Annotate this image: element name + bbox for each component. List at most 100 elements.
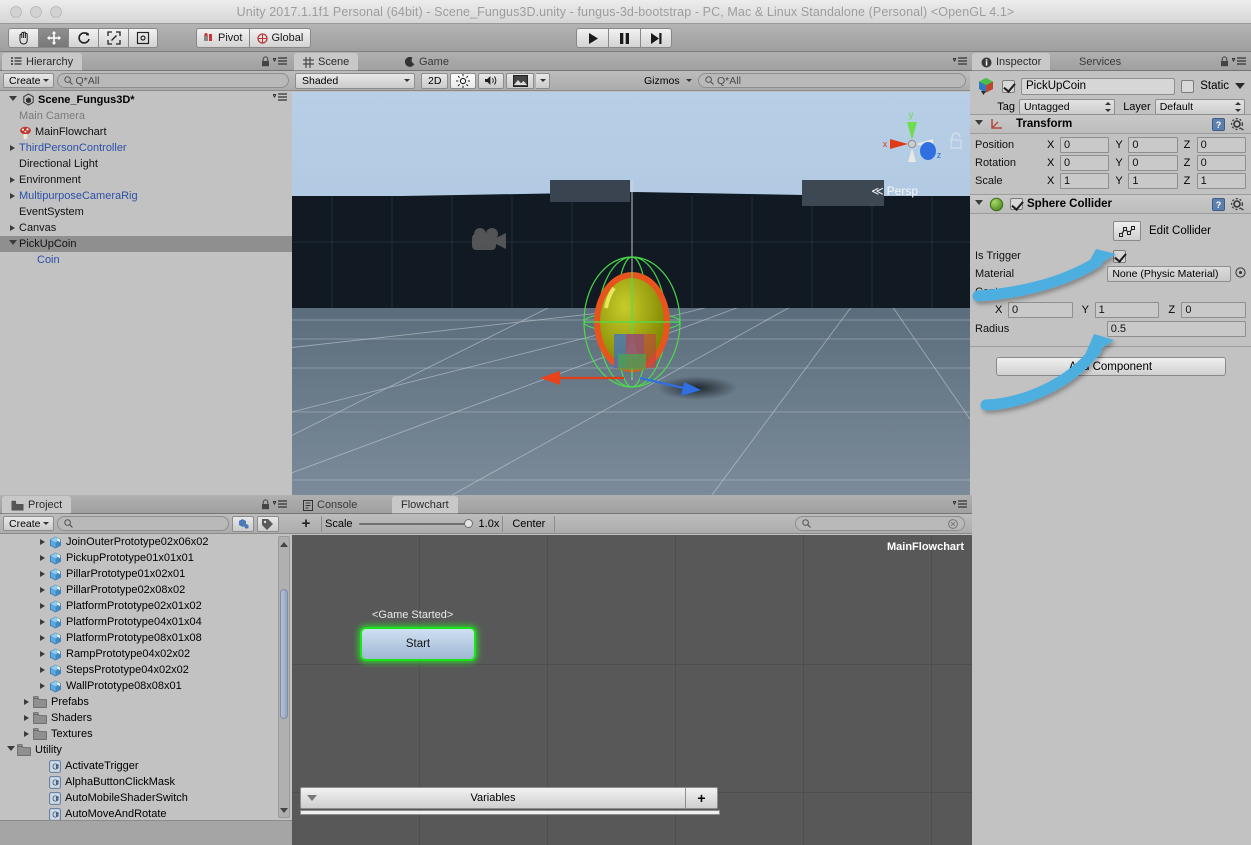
flowchart-block-start[interactable]: Start <box>360 627 476 661</box>
tab-flowchart[interactable]: Flowchart <box>392 496 458 514</box>
expand-arrow-icon[interactable] <box>20 731 33 737</box>
static-checkbox[interactable] <box>1181 79 1195 93</box>
expand-arrow-icon[interactable] <box>6 193 19 199</box>
toggle-2d-button[interactable]: 2D <box>421 72 449 89</box>
expand-arrow-icon[interactable] <box>6 225 19 231</box>
expand-arrow-icon[interactable] <box>36 635 49 641</box>
tab-inspector[interactable]: Inspector <box>972 53 1051 71</box>
hierarchy-menu-icon[interactable] <box>272 57 287 69</box>
scene-expand-toggle[interactable] <box>6 95 19 104</box>
project-filter-type-button[interactable] <box>231 515 254 532</box>
expand-arrow-icon[interactable] <box>36 683 49 689</box>
project-item-joinouterprototype02x06x02[interactable]: JoinOuterPrototype02x06x02 <box>0 534 292 550</box>
scene-viewport[interactable]: y x z ≪ Persp <box>292 92 972 495</box>
transform-component-header[interactable]: Transform ? <box>970 115 1251 134</box>
center-x-input[interactable]: 0 <box>1008 302 1073 318</box>
center-z-input[interactable]: 0 <box>1181 302 1247 318</box>
hierarchy-item-multipurposecamerarig[interactable]: MultipurposeCameraRig <box>0 188 292 204</box>
pause-button[interactable] <box>608 28 640 48</box>
scale-y-input[interactable]: 1 <box>1128 173 1178 189</box>
variables-foldout-button[interactable]: Variables <box>300 787 686 809</box>
hierarchy-search-input[interactable]: Q*All <box>56 73 289 88</box>
project-filter-label-button[interactable] <box>256 515 279 532</box>
tab-console[interactable]: Console <box>294 496 366 514</box>
hierarchy-item-pickupcoin[interactable]: PickUpCoin <box>0 236 292 252</box>
project-item-rampprototype04x02x02[interactable]: RampPrototype04x02x02 <box>0 646 292 662</box>
gameobject-enabled-checkbox[interactable] <box>1002 79 1015 93</box>
rotation-z-input[interactable]: 0 <box>1196 155 1246 171</box>
expand-arrow-icon[interactable] <box>20 699 33 705</box>
hierarchy-scene-row[interactable]: Scene_Fungus3D* <box>0 91 292 108</box>
rect-tool-button[interactable] <box>128 28 158 48</box>
rotation-x-input[interactable]: 0 <box>1060 155 1110 171</box>
project-search-input[interactable] <box>56 516 229 531</box>
project-item-shaders[interactable]: Shaders <box>0 710 292 726</box>
expand-arrow-icon[interactable] <box>36 603 49 609</box>
perspective-label-group[interactable]: ≪ Persp <box>871 184 918 198</box>
transform-settings-icon[interactable] <box>1230 117 1245 134</box>
flowchart-menu-icon[interactable] <box>952 500 967 512</box>
project-item-activatetrigger[interactable]: C ActivateTrigger <box>0 758 292 774</box>
project-item-prefabs[interactable]: Prefabs <box>0 694 292 710</box>
collider-settings-icon[interactable] <box>1230 197 1245 214</box>
scale-tool-button[interactable] <box>98 28 128 48</box>
material-object-field[interactable]: None (Physic Material) <box>1107 266 1231 282</box>
project-item-automoveandrotate[interactable]: C AutoMoveAndRotate <box>0 806 292 820</box>
project-item-stepsprototype04x02x02[interactable]: StepsPrototype04x02x02 <box>0 662 292 678</box>
center-y-input[interactable]: 1 <box>1094 302 1160 318</box>
scene-search-input[interactable]: Q*All <box>698 73 966 88</box>
position-y-input[interactable]: 0 <box>1128 137 1178 153</box>
tab-scene[interactable]: Scene <box>294 53 359 71</box>
position-z-input[interactable]: 0 <box>1196 137 1246 153</box>
hierarchy-item-thirdpersoncontroller[interactable]: ThirdPersonController <box>0 140 292 156</box>
global-toggle-button[interactable]: Global <box>249 28 312 48</box>
hierarchy-item-coin[interactable]: Coin <box>0 252 292 268</box>
gizmos-dropdown[interactable]: Gizmos <box>638 73 696 89</box>
scale-slider[interactable] <box>358 518 473 528</box>
effects-toggle-button[interactable] <box>506 72 535 89</box>
flowchart-search-input[interactable] <box>795 516 965 531</box>
hierarchy-item-mainflowchart[interactable]: MainFlowchart <box>0 124 292 140</box>
lock-icon[interactable] <box>1220 56 1229 70</box>
shading-mode-dropdown[interactable]: Shaded <box>295 72 415 89</box>
collapse-arrow-icon[interactable] <box>4 746 17 754</box>
tag-dropdown[interactable]: Untagged <box>1019 99 1116 115</box>
project-item-wallprototype08x08x01[interactable]: WallPrototype08x08x01 <box>0 678 292 694</box>
scroll-up-arrow-icon[interactable] <box>279 538 289 550</box>
project-item-platformprototype08x01x08[interactable]: PlatformPrototype08x01x08 <box>0 630 292 646</box>
collider-enabled-checkbox[interactable] <box>1010 198 1023 210</box>
tab-services[interactable]: Services <box>1070 53 1130 71</box>
static-dropdown-icon[interactable] <box>1235 83 1245 89</box>
step-button[interactable] <box>640 28 672 48</box>
layer-dropdown[interactable]: Default <box>1154 99 1245 115</box>
expand-arrow-icon[interactable] <box>36 571 49 577</box>
scroll-down-arrow-icon[interactable] <box>279 804 289 816</box>
expand-arrow-icon[interactable] <box>20 715 33 721</box>
hand-tool-button[interactable] <box>8 28 38 48</box>
move-tool-button[interactable] <box>38 28 68 48</box>
expand-arrow-icon[interactable] <box>36 539 49 545</box>
gameobject-name-input[interactable]: PickUpCoin <box>1021 77 1176 95</box>
hierarchy-item-list[interactable]: Main Camera MainFlowchart ThirdPersonContr… <box>0 108 292 268</box>
pivot-toggle-button[interactable]: Pivot <box>196 28 250 48</box>
transform-foldout-arrow[interactable] <box>975 120 983 128</box>
project-create-button[interactable]: Create <box>3 516 54 531</box>
audio-toggle-button[interactable] <box>478 72 505 89</box>
project-item-pillarprototype02x08x02[interactable]: PillarPrototype02x08x02 <box>0 582 292 598</box>
hierarchy-item-directional-light[interactable]: Directional Light <box>0 156 292 172</box>
inspector-menu-icon[interactable] <box>1231 57 1246 69</box>
rotation-y-input[interactable]: 0 <box>1128 155 1178 171</box>
collapse-arrow-icon[interactable] <box>6 240 19 248</box>
project-menu-icon[interactable] <box>272 500 287 512</box>
tab-game[interactable]: Game <box>396 53 458 71</box>
collider-help-icon[interactable]: ? <box>1212 198 1225 214</box>
radius-input[interactable]: 0.5 <box>1106 321 1246 337</box>
project-scroll-thumb[interactable] <box>280 589 288 719</box>
expand-arrow-icon[interactable] <box>6 177 19 183</box>
expand-arrow-icon[interactable] <box>6 145 19 151</box>
project-item-utility[interactable]: Utility <box>0 742 292 758</box>
expand-arrow-icon[interactable] <box>36 619 49 625</box>
flowchart-add-block-button[interactable]: + <box>294 515 318 532</box>
add-component-button[interactable]: Add Component <box>995 357 1226 376</box>
project-item-alphabuttonclickmask[interactable]: C AlphaButtonClickMask <box>0 774 292 790</box>
